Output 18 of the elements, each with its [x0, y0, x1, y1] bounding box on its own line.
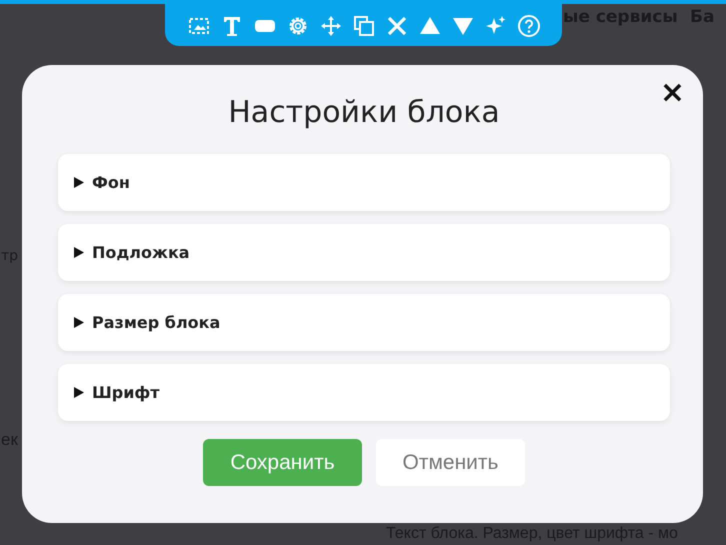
help-icon[interactable] — [516, 14, 540, 38]
right-triangle-icon — [74, 317, 84, 328]
section-label: Фон — [92, 173, 130, 192]
accordion-section[interactable]: Подложка — [58, 224, 670, 281]
accordion-section[interactable]: Размер блока — [58, 294, 670, 351]
section-label: Подложка — [92, 243, 190, 262]
accordion-section[interactable]: Шрифт — [58, 364, 670, 421]
right-triangle-icon — [74, 387, 84, 398]
close-button[interactable]: × — [660, 79, 685, 107]
dialog-title: Настройки блока — [228, 94, 500, 132]
section-label: Шрифт — [92, 383, 160, 402]
cancel-button[interactable]: Отменить — [376, 439, 525, 486]
move-icon[interactable] — [318, 14, 342, 38]
right-triangle-icon — [74, 247, 84, 258]
accordion-section[interactable]: Фон — [58, 154, 670, 211]
right-triangle-icon — [74, 177, 84, 188]
section-label: Размер блока — [92, 313, 220, 332]
duplicate-icon[interactable] — [352, 14, 376, 38]
